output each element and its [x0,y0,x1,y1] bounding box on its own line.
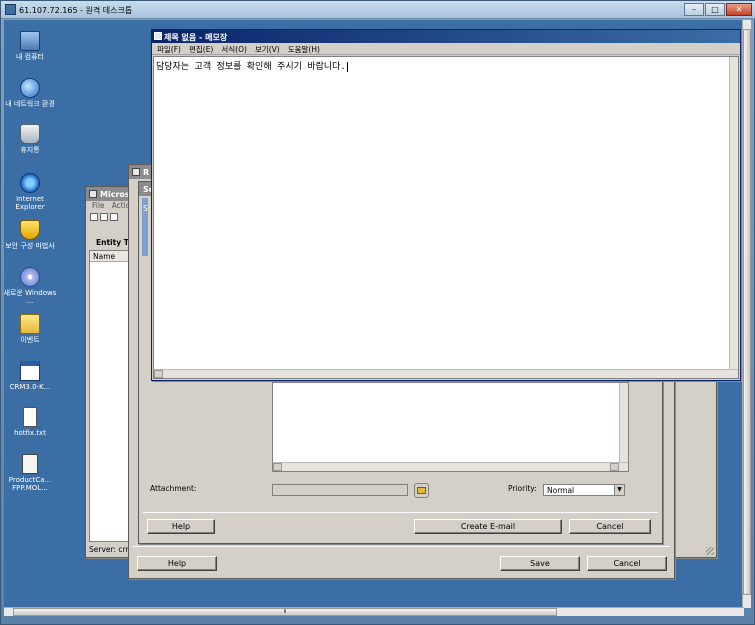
desktop-icon-network[interactable]: 내 네트워크 환경 [2,78,58,108]
priority-select[interactable]: Normal ▼ [543,484,625,496]
remote-desktop-title: 61.107.72.165 - 원격 데스크톱 [19,6,133,15]
text-file-icon [23,407,37,427]
email-body-hscroll[interactable] [273,462,628,471]
email-body-textbox[interactable] [272,382,629,472]
file-icon [22,454,38,474]
list-header-name[interactable]: Name [90,251,130,262]
notepad-text-area[interactable]: 담당자는 고객 정보를 확인해 주시기 바랍니다. [153,56,739,379]
network-icon [20,78,40,98]
crm-app-icon [89,190,97,198]
notepad-vscroll[interactable] [729,57,738,369]
dialog-help-button[interactable]: Help [147,519,215,534]
desktop-icon-label: CRM3.0-K... [9,383,51,391]
notepad-window: 제목 없음 - 메모장 파일(F) 편집(E) 서식(O) 보기(V) 도움말(… [151,29,741,381]
record-window-title: R [143,168,150,177]
desktop-icon-internet-explorer[interactable]: Internet Explorer [2,173,58,211]
hscroll-thumb[interactable]: ⦀ [13,608,557,616]
remote-desktop-vscroll[interactable] [742,20,751,608]
desktop-icon-recycle-bin[interactable]: 휴지통 [2,124,58,154]
folder-icon [20,314,40,334]
cd-icon [20,267,40,287]
menu-view[interactable]: 보기(V) [255,44,280,54]
attachment-field[interactable] [272,484,408,496]
crm-menubar: File Actio [92,201,130,210]
new-icon[interactable] [90,213,98,221]
notepad-title: 제목 없음 - 메모장 [164,33,228,42]
desktop-icon-product[interactable]: ProductCa... FPP.MOL... [2,454,58,492]
remote-desktop-app-icon [5,4,16,15]
crm-toolbar [90,213,130,225]
save-button[interactable]: Save [500,556,580,571]
notepad-icon [154,32,162,40]
notepad-content-text: 담당자는 고객 정보를 확인해 주시기 바랍니다. [156,62,346,72]
chevron-down-icon[interactable]: ▼ [614,485,624,495]
dialog-cancel-button[interactable]: Cancel [569,519,651,534]
divider [143,512,658,513]
record-app-icon [132,168,140,176]
menu-format[interactable]: 서식(O) [221,44,247,54]
text-caret [346,61,348,72]
menu-file[interactable]: File [92,201,105,210]
divider [133,546,670,547]
priority-value: Normal [547,486,575,495]
maximize-button[interactable]: □ [705,3,725,16]
computer-icon [20,31,40,51]
resize-grip[interactable] [706,547,714,555]
email-body-vscroll[interactable] [619,383,628,462]
minimize-button[interactable]: – [684,3,704,16]
remote-desktop-window: 61.107.72.165 - 원격 데스크톱 – □ ✕ 내 컴퓨터 내 네트… [0,0,755,625]
tool-icon[interactable] [110,213,118,221]
vscroll-thumb[interactable] [743,29,751,595]
desktop-icon-label: ProductCa... FPP.MOL... [8,476,52,492]
notepad-hscroll[interactable] [154,369,738,378]
desktop-icon-label: 보안 구성 마법사 [5,242,55,250]
desktop-icon-hotfix[interactable]: hotfix.txt [2,407,58,437]
desktop-icon-windows[interactable]: 새로운 Windows ... [2,267,58,305]
folder-open-icon [417,487,426,494]
desktop-icon-label: 내 네트워크 환경 [5,100,55,108]
desktop-icon-my-computer[interactable]: 내 컴퓨터 [2,31,58,61]
remote-desktop-hscroll[interactable]: ⦀ [4,607,744,616]
crm-window-title: Micros [100,190,130,199]
desktop-icon-label: Internet Explorer [15,195,45,211]
desktop-icon-events[interactable]: 이벤트 [2,314,58,344]
menu-edit[interactable]: 편집(E) [189,44,213,54]
desktop-icon-label: 휴지통 [20,146,40,154]
create-email-button[interactable]: Create E-mail [414,519,562,534]
help-button[interactable]: Help [137,556,217,571]
desktop-icon-crm[interactable]: CRM3.0-K... [2,361,58,391]
entity-list[interactable]: Name [89,250,131,542]
attachment-browse-button[interactable] [414,483,429,498]
security-wizard-icon [20,220,40,240]
open-icon[interactable] [100,213,108,221]
window-shortcut-icon [20,361,40,381]
notepad-titlebar[interactable]: 제목 없음 - 메모장 [152,30,740,43]
menu-help[interactable]: 도움말(H) [288,44,320,54]
close-button[interactable]: ✕ [726,3,752,16]
scroll-right-arrow[interactable] [610,463,619,471]
desktop-icon-label: 내 컴퓨터 [16,53,44,61]
priority-label: Priority: [508,484,537,493]
recycle-bin-icon [20,124,40,144]
attachment-label: Attachment: [150,484,197,493]
remote-desktop-titlebar[interactable]: 61.107.72.165 - 원격 데스크톱 – □ ✕ [1,1,755,19]
scroll-left-arrow[interactable] [273,463,282,471]
desktop-icon-label: 이벤트 [20,336,40,344]
scroll-left-arrow[interactable] [154,370,163,378]
desktop-icon-label: 새로운 Windows ... [3,289,57,305]
menu-file[interactable]: 파일(F) [157,44,181,54]
internet-explorer-icon [20,173,40,193]
desktop-icon-label: hotfix.txt [14,429,46,437]
dialog-tab-label: S [143,204,148,213]
cancel-button[interactable]: Cancel [587,556,667,571]
status-bar-server: Server: crm [89,545,133,554]
notepad-content: 담당자는 고객 정보를 확인해 주시기 바랍니다. [156,59,348,72]
desktop-icon-security-wizard[interactable]: 보안 구성 마법사 [2,220,58,250]
notepad-menubar: 파일(F) 편집(E) 서식(O) 보기(V) 도움말(H) [152,43,740,55]
